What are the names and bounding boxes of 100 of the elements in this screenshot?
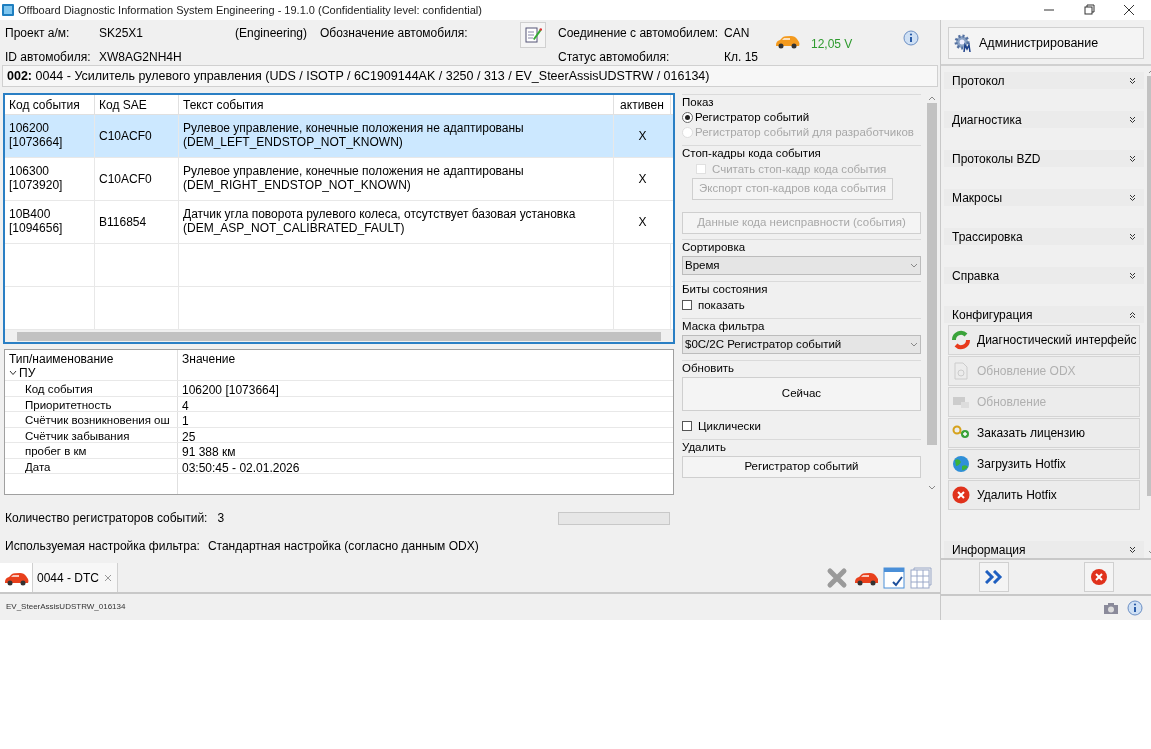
collapse-icon[interactable]	[9, 369, 17, 377]
property-name: пробег в км	[25, 445, 87, 457]
section-header[interactable]: Макросы	[944, 189, 1144, 206]
checkbox[interactable]	[682, 300, 692, 310]
group-label: Удалить	[682, 440, 727, 454]
table-cell-text: X	[638, 214, 647, 231]
info-icon[interactable]	[1127, 600, 1143, 616]
column-header[interactable]: Код SAE	[95, 95, 179, 114]
column-header[interactable]: Тип/наименование	[5, 350, 178, 366]
horizontal-scrollbar[interactable]	[5, 330, 673, 342]
menu-item[interactable]: Диагностический интерфейс	[948, 325, 1140, 355]
checkbox[interactable]	[682, 421, 692, 431]
radio-button[interactable]	[682, 112, 693, 123]
checkbox-label[interactable]: показать	[698, 298, 745, 312]
checked-window-icon[interactable]	[883, 566, 905, 589]
column-header[interactable]: Код события	[5, 95, 95, 114]
camera-icon[interactable]	[1103, 601, 1119, 615]
table-cell-text: [1073920]	[9, 178, 64, 192]
section-header[interactable]: Конфигурация	[944, 306, 1144, 323]
field-label: Используемая настройка фильтра:	[5, 538, 200, 555]
table-cell-text: [1073664]	[9, 135, 64, 149]
group-label: Показ	[682, 95, 715, 109]
table-cell-text: Рулевое управление, конечные положения не адаптированы	[183, 164, 525, 178]
section-header[interactable]: Информация	[944, 541, 1144, 558]
document-icon	[951, 361, 971, 381]
info-icon[interactable]	[902, 30, 921, 48]
field-value: 3	[217, 510, 225, 527]
status-text: EV_SteerAssisUDSTRW_016134	[6, 601, 126, 613]
mode-text: (Engineering)	[235, 26, 308, 40]
table-cell-text: X	[638, 171, 647, 188]
table-cell-text: C10ACF0	[99, 128, 152, 145]
field-label: Проект а/м:	[5, 25, 71, 42]
arrows-icon	[951, 330, 971, 350]
menu-item[interactable]: Загрузить Hotfix	[948, 449, 1140, 479]
tree-node[interactable]: ПУ	[19, 364, 36, 382]
app-icon	[2, 4, 14, 16]
section-header[interactable]: Диагностика	[944, 111, 1144, 128]
button[interactable]: Регистратор событий	[682, 456, 921, 478]
cancel-icon	[1089, 568, 1108, 586]
field-value: Кл. 15	[724, 49, 759, 66]
field-label: Обозначение автомобиля:	[320, 26, 468, 40]
property-name: Приоритетность	[25, 398, 112, 411]
button[interactable]: Сейчас	[682, 377, 921, 411]
field-value: Стандартная настройка (согласно данным ODX)	[207, 538, 479, 555]
property-value: 25	[182, 429, 196, 444]
module-title: 002: 0044 - Усилитель рулевого управления (UDS / ISOTP / 6C1909144AK / 3250 / 313 / EV_SteerAssisUDSTRW / 016134)	[7, 67, 710, 85]
section-header[interactable]: Протокол	[944, 72, 1144, 89]
caret-icon	[910, 341, 918, 348]
table-cell-text: B116854	[99, 214, 147, 231]
gear-icon	[953, 33, 973, 53]
menu-item[interactable]: Заказать лицензию	[948, 418, 1140, 448]
section-header[interactable]: Трассировка	[944, 228, 1144, 245]
table-cell-text: X	[638, 128, 647, 145]
property-name: Счётчик забывания	[25, 429, 130, 442]
cross-icon[interactable]	[826, 566, 848, 589]
section-header[interactable]: Справка	[944, 267, 1144, 284]
dropdown[interactable]: Время	[682, 256, 921, 275]
grid-icon[interactable]	[910, 566, 932, 589]
section-header[interactable]: Протоколы BZD	[944, 150, 1144, 167]
dropdown[interactable]: $0C/2C Регистратор событий	[682, 335, 921, 354]
forward-button[interactable]	[978, 562, 1009, 592]
group-label: Сортировка	[682, 240, 747, 254]
column-header[interactable]: Текст события	[179, 95, 614, 114]
property-value: 03:50:45 - 02.01.2026	[182, 460, 300, 475]
caret-icon	[910, 262, 918, 269]
table-row[interactable]: 10B400 [1094656] B116854 Датчик угла поворота рулевого колеса, отсутствует базовая установка (DEM_ASP_NOT_CALIBRATED_FAULT) X	[5, 201, 673, 244]
table-cell-text: Датчик угла поворота рулевого колеса, отсутствует базовая установка	[183, 207, 577, 221]
table-row[interactable]: 106200 [1073664] C10ACF0 Рулевое управление, конечные положения не адаптированы (DEM_LEFT_ENDSTOP_NOT_KNOWN) X	[5, 115, 673, 158]
menu-item[interactable]: Удалить Hotfix	[948, 480, 1140, 510]
window-title: Offboard Diagnostic Information System Engineering - 19.1.0 (Confidentiality level: confidential)	[18, 2, 482, 18]
table-cell-text: (DEM_RIGHT_ENDSTOP_NOT_KNOWN)	[183, 178, 412, 192]
column-header[interactable]: Значение	[178, 350, 240, 366]
column-header[interactable]: активен	[614, 95, 671, 114]
table-cell-text: Рулевое управление, конечные положения не адаптированы	[183, 121, 525, 135]
property-name: Дата	[25, 460, 51, 473]
notepad-icon	[524, 26, 542, 44]
table-cell-text: 10B400	[9, 207, 52, 221]
cancel-button[interactable]	[1083, 562, 1114, 592]
radio-label[interactable]: Регистратор событий	[695, 111, 810, 124]
property-value: 1	[182, 414, 189, 428]
checkbox-label[interactable]: Циклически	[698, 419, 761, 433]
field-label: Соединение с автомобилем:	[558, 25, 719, 42]
property-name: Код события	[25, 383, 93, 395]
table-cell-text: 106300	[9, 164, 51, 178]
table-row[interactable]: 106300 [1073920] C10ACF0 Рулевое управление, конечные положения не адаптированы (DEM_RIGHT_ENDSTOP_NOT_KNOWN) X	[5, 158, 673, 201]
property-name: Счётчик возникновения ош	[25, 414, 170, 426]
field-value: XW8AG2NH4H	[99, 49, 183, 66]
tab[interactable]: 0044 - DTC	[0, 563, 119, 592]
edit-button[interactable]	[520, 22, 546, 48]
globe-icon	[951, 454, 971, 474]
table-cell-text: [1094656]	[9, 221, 64, 235]
field-value: CAN	[724, 25, 751, 42]
voltage-value: 12,05 V	[811, 36, 853, 53]
remove-icon	[951, 485, 971, 505]
group-label: Биты состояния	[682, 282, 769, 296]
admin-button[interactable]: Администрирование	[948, 27, 1144, 59]
double-chevron-icon	[984, 570, 1003, 584]
field-label: Статус автомобиля:	[558, 49, 671, 66]
property-value: 106200 [1073664]	[182, 383, 279, 397]
table-cell-text: (DEM_ASP_NOT_CALIBRATED_FAULT)	[183, 221, 406, 235]
